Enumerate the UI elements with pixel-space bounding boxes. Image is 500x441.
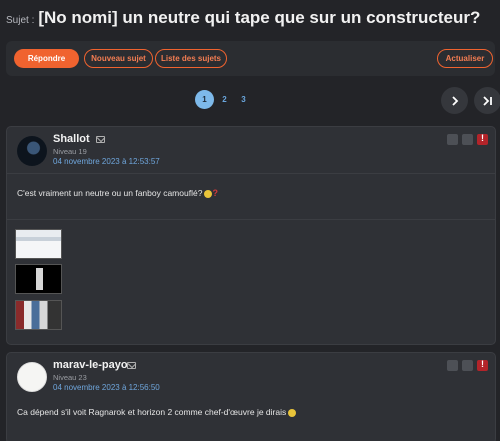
subject-label: Sujet : [6,15,35,26]
post-tools [447,359,488,371]
post-header: Shallot Niveau 19 04 novembre 2023 à 12:… [7,127,495,173]
copy-link-icon[interactable] [462,360,473,371]
image-thumbnail[interactable] [15,264,62,294]
post-card: marav-le-payo Niveau 23 04 novembre 2023… [6,352,496,441]
refresh-button[interactable]: Actualiser [437,49,493,68]
topic-actions-bar: Répondre Nouveau sujet Liste des sujets … [6,41,495,76]
page-1-link[interactable]: 1 [195,90,214,109]
new-topic-button[interactable]: Nouveau sujet [84,49,153,68]
image-thumbnail[interactable] [15,229,62,259]
image-thumbnail[interactable] [15,300,62,330]
post-body: C'est vraiment un neutre ou un fanboy ca… [17,188,203,198]
avatar[interactable] [17,136,47,166]
copy-link-icon[interactable] [462,134,473,145]
author-level: Niveau 23 [53,373,87,382]
post-date-link[interactable]: 04 novembre 2023 à 12:56:50 [53,383,160,392]
mail-icon[interactable] [127,362,136,369]
post-body: Ca dépend s'il voit Ragnarok et horizon … [17,407,287,417]
quote-icon[interactable] [447,360,458,371]
page-3-link[interactable]: 3 [234,90,253,109]
topic-list-button[interactable]: Liste des sujets [155,49,227,68]
report-icon[interactable] [477,133,488,145]
avatar[interactable] [17,362,47,392]
page-2-link[interactable]: 2 [215,90,234,109]
post-text: C'est vraiment un neutre ou un fanboy ca… [17,188,218,198]
last-page-button[interactable] [474,87,500,114]
post-date-link[interactable]: 04 novembre 2023 à 12:53:57 [53,157,160,166]
post-header: marav-le-payo Niveau 23 04 novembre 2023… [7,353,495,399]
mail-icon[interactable] [96,136,105,143]
divider [7,219,495,220]
post-card: Shallot Niveau 19 04 novembre 2023 à 12:… [6,126,496,345]
divider [7,173,495,174]
report-icon[interactable] [477,359,488,371]
reply-button[interactable]: Répondre [14,49,79,68]
post-text: Ca dépend s'il voit Ragnarok et horizon … [17,407,297,417]
author-name[interactable]: Shallot [53,133,90,145]
topic-title: [No nomi] un neutre qui tape que sur un … [38,8,481,27]
author-name[interactable]: marav-le-payo [53,359,128,371]
chevron-last-icon [482,95,492,106]
chevron-right-icon [451,95,458,106]
quote-icon[interactable] [447,134,458,145]
pagination: 1 2 3 [0,90,500,110]
emoji-thinking-icon [288,408,297,417]
next-page-button[interactable] [441,87,468,114]
post-tools [447,133,488,145]
author-level: Niveau 19 [53,147,87,156]
topic-header: Sujet : [No nomi] un neutre qui tape que… [6,8,496,28]
question-icon: ? [212,188,218,198]
